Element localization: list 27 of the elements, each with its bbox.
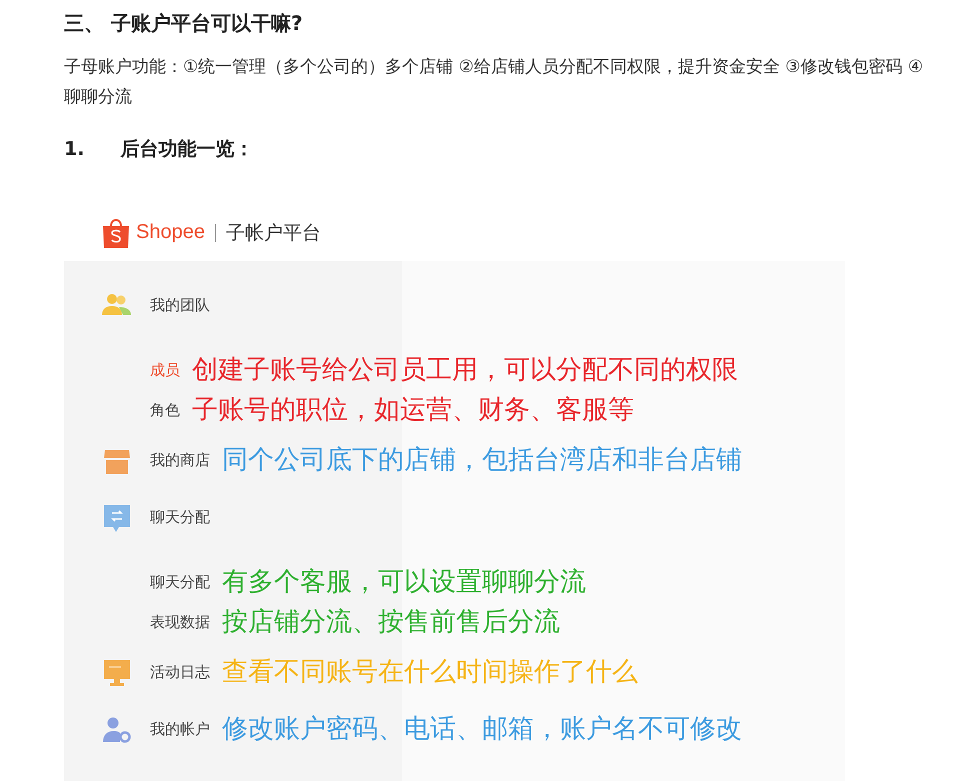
shopping-bag-icon	[103, 218, 129, 248]
menu-item[interactable]: 我的帐户	[150, 713, 210, 745]
people-icon	[102, 294, 131, 315]
section-heading: 三、 子账户平台可以干嘛?	[64, 10, 304, 37]
brand-name: Shopee	[136, 221, 205, 244]
annotation: 按店铺分流、按售前售后分流	[222, 606, 560, 638]
menu-item[interactable]: 活动日志	[150, 656, 210, 688]
monitor-icon	[104, 660, 130, 686]
annotation: 修改账户密码、电话、邮箱，账户名不可修改	[222, 713, 742, 745]
menu-item[interactable]: 聊天分配	[150, 501, 210, 533]
subheading: 后台功能一览：	[120, 137, 254, 162]
menu-item[interactable]: 聊天分配	[150, 572, 210, 592]
annotation: 查看不同账号在什么时间操作了什么	[222, 656, 638, 688]
annotation: 创建子账号给公司员工用，可以分配不同的权限	[192, 354, 738, 386]
menu-item[interactable]: 我的商店	[150, 444, 210, 476]
list-number: 1.	[64, 137, 84, 162]
intro-paragraph: 子母账户功能：①统一管理（多个公司的）多个店铺 ②给店铺人员分配不同权限，提升资金安全 ③修改钱包密码 ④聊聊分流	[64, 56, 924, 109]
menu-item[interactable]: 角色	[150, 400, 180, 420]
menu-item[interactable]: 我的团队	[150, 289, 210, 321]
annotation: 有多个客服，可以设置聊聊分流	[222, 566, 586, 598]
annotation: 同个公司底下的店铺，包括台湾店和非台店铺	[222, 444, 742, 476]
shop-icon	[104, 450, 130, 474]
menu-item[interactable]: 表现数据	[150, 612, 210, 632]
chat-icon	[104, 505, 130, 532]
platform-title: 子帐户平台	[226, 220, 321, 246]
annotation: 子账号的职位，如运营、财务、客服等	[192, 394, 634, 426]
user-gear-icon	[103, 718, 131, 743]
